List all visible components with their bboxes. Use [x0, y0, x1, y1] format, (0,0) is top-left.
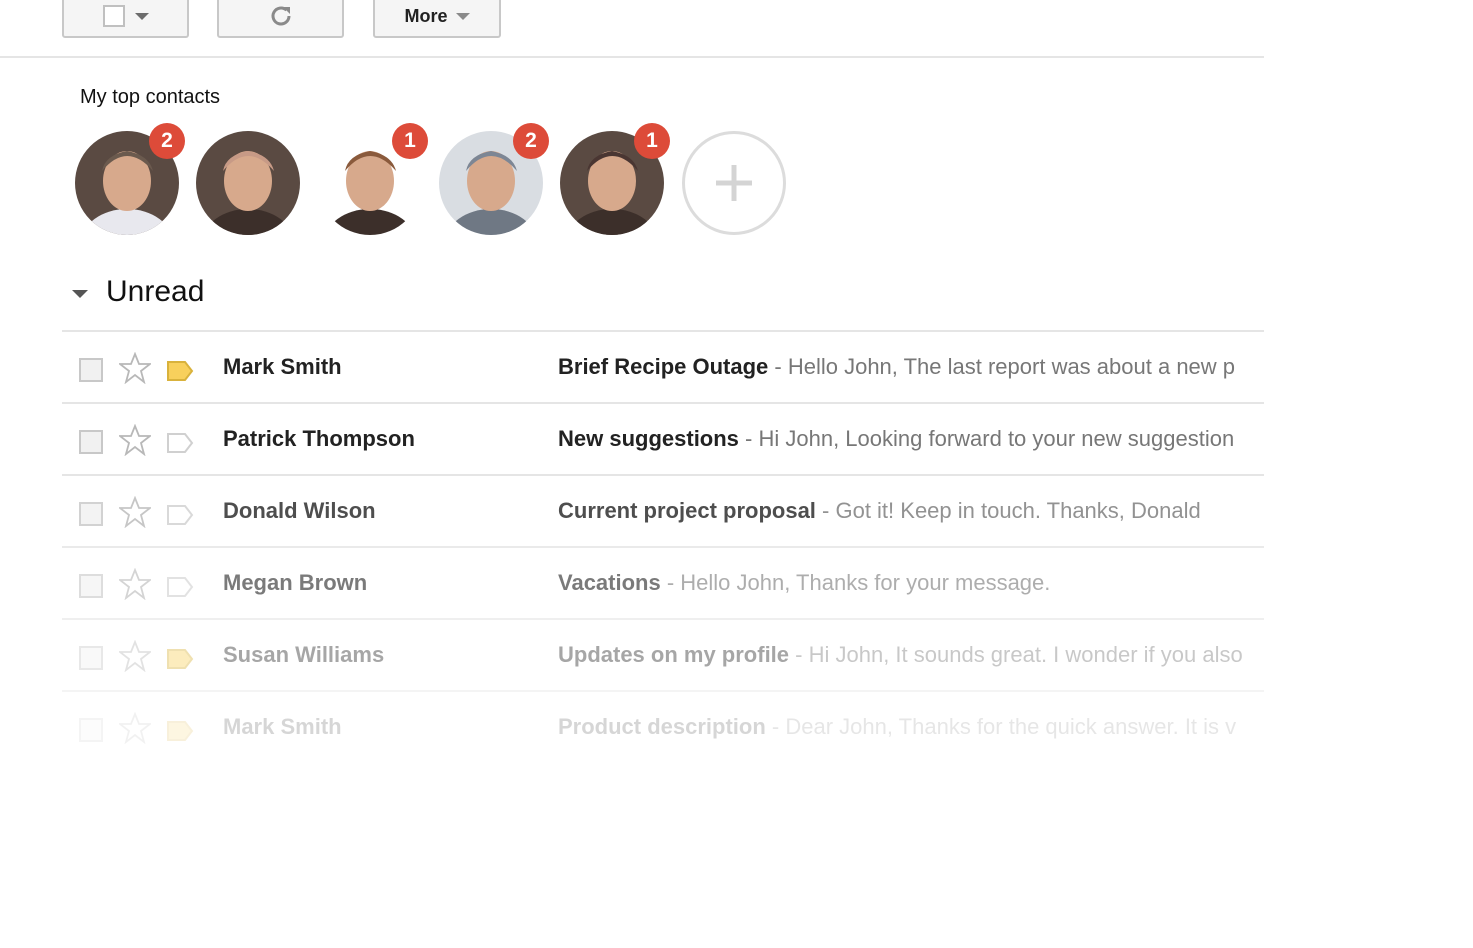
importance-label-icon[interactable]: [166, 720, 194, 742]
mail-preview: Current project proposal - Got it! Keep …: [558, 498, 1264, 524]
chevron-down-icon: [134, 12, 149, 20]
mail-subject: Product description: [558, 714, 766, 739]
row-checkbox[interactable]: [79, 358, 103, 382]
mail-row[interactable]: Mark Smith Product description - Dear Joh…: [62, 692, 1264, 762]
more-button-label: More: [404, 5, 448, 26]
unread-count-badge: 2: [149, 123, 185, 159]
unread-mail-list: Mark Smith Brief Recipe Outage - Hello Jo…: [62, 330, 1264, 762]
mail-sender: Susan Williams: [223, 642, 385, 667]
importance-label-icon[interactable]: [166, 504, 194, 526]
unread-section-title: Unread: [106, 275, 205, 308]
unread-count-badge: 2: [513, 123, 549, 159]
mail-preview: New suggestions - Hi John, Looking forwa…: [558, 426, 1264, 452]
more-button[interactable]: More: [373, 0, 501, 38]
star-icon[interactable]: [119, 568, 151, 600]
mail-row[interactable]: Megan Brown Vacations - Hello John, Thank…: [62, 548, 1264, 620]
row-checkbox[interactable]: [79, 718, 103, 742]
star-icon[interactable]: [119, 496, 151, 528]
contact-avatar[interactable]: 2: [75, 123, 185, 235]
unread-count-badge: 1: [392, 123, 428, 159]
star-icon[interactable]: [119, 352, 151, 384]
importance-label-icon[interactable]: [166, 648, 194, 670]
contact-avatar[interactable]: 2: [439, 123, 549, 235]
star-icon[interactable]: [119, 640, 151, 672]
mail-preview: Updates on my profile - Hi John, It soun…: [558, 642, 1264, 668]
mail-subject: Brief Recipe Outage: [558, 354, 769, 379]
mail-preview: Vacations - Hello John, Thanks for your …: [558, 570, 1264, 596]
add-contact-button[interactable]: [682, 131, 786, 235]
contact-avatar[interactable]: 1: [318, 123, 428, 235]
row-checkbox[interactable]: [79, 574, 103, 598]
mail-row[interactable]: Patrick Thompson New suggestions - Hi Joh…: [62, 404, 1264, 476]
mail-subject: Vacations: [558, 570, 661, 595]
star-icon[interactable]: [119, 424, 151, 456]
mail-row[interactable]: Susan Williams Updates on my profile - Hi…: [62, 620, 1264, 692]
mail-preview: Brief Recipe Outage - Hello John, The la…: [558, 354, 1264, 380]
chevron-down-icon: [455, 12, 470, 20]
plus-icon: [716, 165, 752, 201]
select-dropdown-button[interactable]: [62, 0, 189, 38]
unread-count-badge: 1: [634, 123, 670, 159]
row-checkbox[interactable]: [79, 646, 103, 670]
importance-label-icon[interactable]: [166, 576, 194, 598]
mail-sender: Mark Smith: [223, 714, 342, 739]
mail-subject: Current project proposal: [558, 498, 816, 523]
contact-avatar[interactable]: 1: [560, 123, 670, 235]
unread-section-header[interactable]: Unread: [62, 268, 204, 316]
row-checkbox[interactable]: [79, 502, 103, 526]
mail-snippet: - Hi John, Looking forward to your new s…: [738, 426, 1235, 451]
collapse-caret-icon[interactable]: [72, 290, 88, 298]
mail-sender: Mark Smith: [223, 354, 342, 379]
star-icon[interactable]: [119, 712, 151, 744]
mail-subject: Updates on my profile: [558, 642, 790, 667]
refresh-button[interactable]: [217, 0, 344, 38]
mail-snippet: - Got it! Keep in touch. Thanks, Donald: [815, 498, 1201, 523]
mail-row[interactable]: Mark Smith Brief Recipe Outage - Hello Jo…: [62, 332, 1264, 404]
mail-snippet: - Hello John, The last report was about …: [768, 354, 1236, 379]
importance-label-icon[interactable]: [166, 432, 194, 454]
select-all-checkbox[interactable]: [102, 5, 125, 27]
mail-subject: New suggestions: [558, 426, 739, 451]
contact-avatar[interactable]: [196, 131, 300, 235]
refresh-icon: [271, 6, 290, 26]
mail-preview: Product description - Dear John, Thanks …: [558, 714, 1264, 740]
top-contacts-title: My top contacts: [80, 86, 221, 108]
mail-row[interactable]: Donald Wilson Current project proposal - …: [62, 476, 1264, 548]
mail-snippet: - Hello John, Thanks for your message.: [660, 570, 1051, 595]
mail-sender: Megan Brown: [223, 570, 368, 595]
mail-snippet: - Hi John, It sounds great. I wonder if …: [789, 642, 1243, 667]
person-icon: [196, 131, 300, 235]
mail-sender: Donald Wilson: [223, 498, 376, 523]
mail-snippet: - Dear John, Thanks for the quick answer…: [765, 714, 1237, 739]
row-checkbox[interactable]: [79, 430, 103, 454]
importance-label-icon[interactable]: [166, 360, 194, 382]
mail-sender: Patrick Thompson: [223, 426, 415, 451]
toolbar: More: [0, 0, 1264, 58]
